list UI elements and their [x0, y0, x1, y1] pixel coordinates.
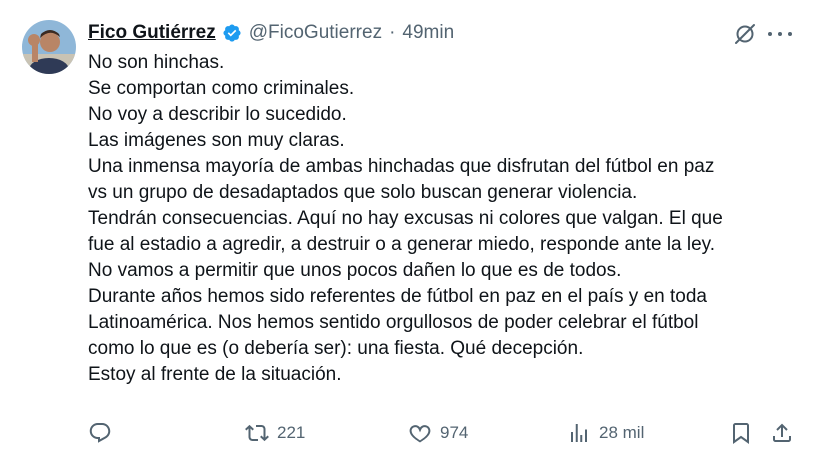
tweet-header: Fico Gutiérrez @FicoGutierrez · 49min — [88, 20, 454, 46]
more-dot — [788, 32, 792, 36]
tweet-line: Tendrán consecuencias. Aquí no hay excus… — [88, 208, 723, 229]
more-dot — [768, 32, 772, 36]
share-button[interactable] — [770, 418, 794, 448]
tweet-line: fue al estadio a agredir, a destruir o a… — [88, 234, 716, 255]
bookmark-button[interactable] — [729, 418, 753, 448]
tweet-line: Se comportan como criminales. — [88, 78, 355, 99]
action-bar: 221 974 28 mil — [0, 418, 819, 448]
tweet-text: No son hinchas. Se comportan como crimin… — [88, 50, 803, 388]
tweet-line: No vamos a permitir que unos pocos dañen… — [88, 260, 622, 281]
tweet-line: No voy a describir lo sucedido. — [88, 104, 347, 125]
tweet-line: Latinoamérica. Nos hemos sentido orgullo… — [88, 312, 699, 333]
tweet-time[interactable]: 49min — [402, 22, 454, 44]
tweet-line: como lo que es (o debería ser): una fies… — [88, 338, 584, 359]
more-options-icon[interactable] — [768, 22, 792, 46]
verified-badge-icon — [222, 23, 242, 43]
views-button[interactable]: 28 mil — [567, 418, 644, 448]
tweet-line: Las imágenes son muy claras. — [88, 130, 345, 151]
tweet-card: Fico Gutiérrez @FicoGutierrez · 49min No… — [0, 0, 819, 463]
views-count: 28 mil — [599, 423, 645, 442]
reply-button[interactable] — [88, 418, 112, 448]
heart-icon — [409, 425, 431, 443]
tweet-line: Durante años hemos sido referentes de fú… — [88, 286, 707, 307]
avatar[interactable] — [22, 20, 76, 74]
author-name[interactable]: Fico Gutiérrez — [88, 22, 216, 44]
more-dot — [778, 32, 782, 36]
tweet-line: Una inmensa mayoría de ambas hinchadas q… — [88, 156, 715, 177]
retweet-button[interactable]: 221 — [245, 418, 305, 448]
share-icon — [773, 423, 791, 442]
grok-icon[interactable] — [733, 22, 757, 46]
tweet-line: No son hinchas. — [88, 52, 225, 73]
tweet-line: Estoy al frente de la situación. — [88, 364, 342, 385]
author-handle[interactable]: @FicoGutierrez — [249, 22, 382, 44]
retweet-icon — [245, 424, 269, 442]
like-button[interactable]: 974 — [408, 418, 468, 448]
retweet-count: 221 — [277, 423, 306, 442]
tweet-line: vs un grupo de desadaptados que solo bus… — [88, 182, 638, 203]
views-icon — [571, 424, 587, 442]
reply-icon — [89, 423, 111, 443]
like-count: 974 — [440, 423, 469, 442]
bookmark-icon — [733, 423, 749, 444]
time-separator: · — [389, 22, 396, 43]
avatar-image — [22, 20, 76, 74]
